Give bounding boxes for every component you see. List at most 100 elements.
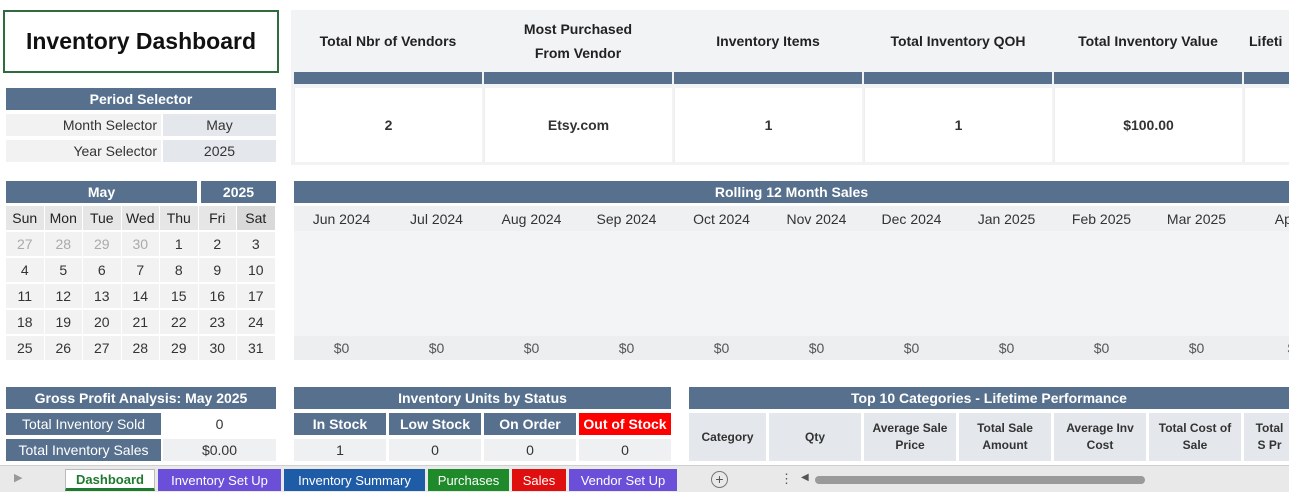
calendar-day[interactable]: 18 <box>6 310 44 334</box>
kpi-bar <box>294 72 482 84</box>
horizontal-scrollbar[interactable] <box>815 476 1145 484</box>
period-selector-header: Period Selector <box>6 88 276 110</box>
calendar-day[interactable]: 21 <box>121 310 159 334</box>
tab-vendor-set-up[interactable]: Vendor Set Up <box>569 469 677 491</box>
calendar-month-header: May <box>6 181 197 203</box>
calendar-day[interactable]: 29 <box>160 336 198 360</box>
on-order-header: On Order <box>484 413 576 435</box>
scroll-left-icon[interactable]: ▶ <box>14 471 22 484</box>
tab-inventory-set-up[interactable]: Inventory Set Up <box>158 469 281 491</box>
calendar-day[interactable]: 10 <box>237 258 275 282</box>
low-stock-header: Low Stock <box>389 413 481 435</box>
calendar-day-header: Sun <box>6 206 44 230</box>
calendar-day[interactable]: 14 <box>121 284 159 308</box>
rolling-month-value: $0 <box>808 340 825 356</box>
more-options-icon[interactable]: ⋮ <box>780 471 793 487</box>
calendar-day[interactable]: 5 <box>44 258 82 282</box>
kpi-lifetime-value <box>1244 88 1289 162</box>
rolling-month-label: Jul 2024 <box>410 210 463 227</box>
calendar-day-header: Tue <box>83 206 121 230</box>
calendar-day[interactable]: 28 <box>44 232 82 256</box>
rolling-month-value: $0 <box>903 340 920 356</box>
col-total-cost-of-sale: Total Cost of Sale <box>1149 413 1241 461</box>
tab-inventory-summary[interactable]: Inventory Summary <box>284 469 425 491</box>
calendar-day[interactable]: 12 <box>44 284 82 308</box>
top-categories-header: Top 10 Categories - Lifetime Performance <box>689 387 1289 409</box>
kpi-items-value: 1 <box>674 88 862 162</box>
kpi-items-label: Inventory Items <box>674 10 862 72</box>
calendar-day[interactable]: 6 <box>83 258 121 282</box>
month-selector-value[interactable]: May <box>163 114 276 136</box>
rolling-month-label: Dec 2024 <box>881 210 942 227</box>
calendar-day[interactable]: 30 <box>121 232 159 256</box>
total-inventory-sales-label: Total Inventory Sales <box>6 439 161 461</box>
calendar-day[interactable]: 23 <box>198 310 236 334</box>
kpi-top-vendor-value: Etsy.com <box>484 88 672 162</box>
kpi-qoh-label: Total Inventory QOH <box>864 10 1052 72</box>
col-category: Category <box>689 413 766 461</box>
kpi-value-value: $100.00 <box>1054 88 1242 162</box>
calendar-day[interactable]: 16 <box>198 284 236 308</box>
low-stock-value: 0 <box>389 439 481 461</box>
month-selector-label: Month Selector <box>6 114 161 136</box>
calendar-day[interactable]: 24 <box>237 310 275 334</box>
calendar-day[interactable]: 3 <box>237 232 275 256</box>
rolling-month-label: Feb 2025 <box>1071 210 1132 227</box>
year-selector-label: Year Selector <box>6 140 161 162</box>
rolling-month-label: Jan 2025 <box>977 210 1036 227</box>
units-status-header: Inventory Units by Status <box>294 387 671 409</box>
calendar-day[interactable]: 26 <box>44 336 82 360</box>
kpi-bar <box>1244 72 1289 84</box>
calendar-day-header: Thu <box>160 206 198 230</box>
add-sheet-icon[interactable]: + <box>711 471 728 488</box>
calendar-day[interactable]: 9 <box>198 258 236 282</box>
kpi-qoh-value: 1 <box>864 88 1052 162</box>
calendar-day[interactable]: 19 <box>44 310 82 334</box>
calendar-day[interactable]: 13 <box>83 284 121 308</box>
kpi-value-label: Total Inventory Value <box>1054 10 1242 72</box>
calendar-day[interactable]: 17 <box>237 284 275 308</box>
calendar-day[interactable]: 20 <box>83 310 121 334</box>
calendar-day[interactable]: 2 <box>198 232 236 256</box>
rolling-sales-chart-area <box>294 231 1289 336</box>
calendar-day[interactable]: 7 <box>121 258 159 282</box>
kpi-vendors-label: Total Nbr of Vendors <box>294 10 482 72</box>
tab-purchases[interactable]: Purchases <box>428 469 509 491</box>
calendar-grid: Sun Mon Tue Wed Thu Fri Sat 27 28 29 30 1 2 3 4 5 6 7 8 9 10… <box>6 206 276 360</box>
tab-dashboard[interactable]: Dashboard <box>65 469 155 491</box>
calendar-day[interactable]: 27 <box>83 336 121 360</box>
gross-profit-header: Gross Profit Analysis: May 2025 <box>6 387 276 409</box>
rolling-month-value: $0 <box>428 340 445 356</box>
calendar-year-header: 2025 <box>201 181 276 203</box>
calendar-day[interactable]: 11 <box>6 284 44 308</box>
kpi-bar <box>484 72 672 84</box>
kpi-bar <box>864 72 1052 84</box>
in-stock-header: In Stock <box>294 413 386 435</box>
calendar-day-header: Sat <box>237 206 275 230</box>
tab-sales[interactable]: Sales <box>512 469 566 491</box>
kpi-vendors-value: 2 <box>294 88 482 162</box>
rolling-month-label: Sep 2024 <box>596 210 657 227</box>
rolling-month-value: $0 <box>333 340 350 356</box>
rolling-month-value: $0 <box>1188 340 1205 356</box>
calendar-day[interactable]: 27 <box>6 232 44 256</box>
calendar-day[interactable]: 22 <box>160 310 198 334</box>
kpi-panel: Total Nbr of Vendors Most Purchased From… <box>291 10 1289 165</box>
calendar-day[interactable]: 30 <box>198 336 236 360</box>
out-of-stock-header: Out of Stock <box>579 413 671 435</box>
calendar-day[interactable]: 28 <box>121 336 159 360</box>
rolling-month-label: Mar 2025 <box>1166 210 1227 227</box>
calendar-day[interactable]: 8 <box>160 258 198 282</box>
calendar-day[interactable]: 29 <box>83 232 121 256</box>
calendar-day[interactable]: 15 <box>160 284 198 308</box>
scroll-left-arrow-icon[interactable]: ◀ <box>801 472 809 483</box>
in-stock-value: 1 <box>294 439 386 461</box>
calendar-day[interactable]: 4 <box>6 258 44 282</box>
calendar-day-header: Mon <box>44 206 82 230</box>
calendar-day-header: Wed <box>121 206 159 230</box>
calendar-day[interactable]: 1 <box>160 232 198 256</box>
calendar-day[interactable]: 25 <box>6 336 44 360</box>
calendar-day[interactable]: 31 <box>237 336 275 360</box>
dashboard-title: Inventory Dashboard <box>3 10 279 73</box>
year-selector-value[interactable]: 2025 <box>163 140 276 162</box>
